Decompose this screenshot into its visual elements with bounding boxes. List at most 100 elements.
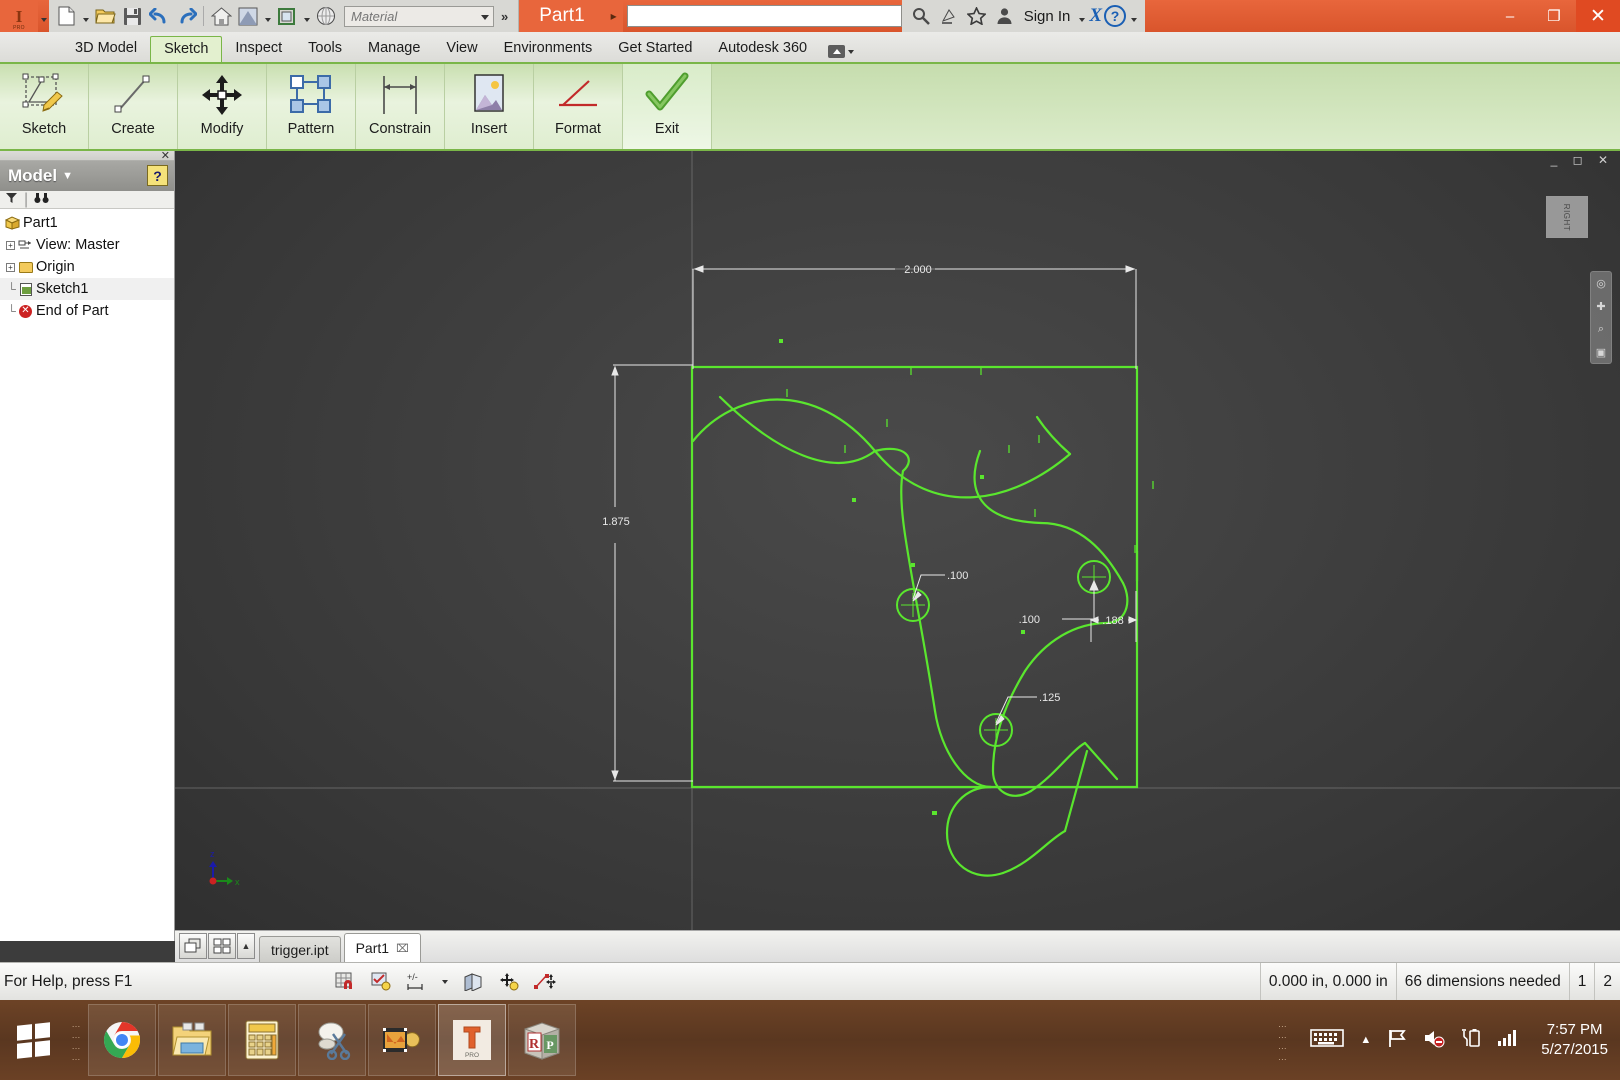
tab-tools[interactable]: Tools xyxy=(295,36,355,62)
undo-button[interactable] xyxy=(146,3,172,29)
title-dropdown-arrow[interactable]: ▸ xyxy=(604,0,623,32)
favorites-star-icon[interactable] xyxy=(964,3,990,29)
user-account-icon[interactable] xyxy=(992,3,1018,29)
new-document-button[interactable] xyxy=(53,3,79,29)
constraint-display-icon[interactable] xyxy=(370,971,392,993)
panel-create[interactable]: Create xyxy=(89,64,178,149)
taskbar-revit[interactable]: R P xyxy=(508,1004,576,1076)
material-browser-dropdown-arrow[interactable] xyxy=(301,3,312,29)
taskbar-calculator[interactable] xyxy=(228,1004,296,1076)
taskbar-inventor[interactable]: PRO xyxy=(438,1004,506,1076)
help-icon[interactable]: ? xyxy=(1104,5,1127,27)
panel-exit[interactable]: Exit xyxy=(623,64,712,149)
tree-item-end-of-part[interactable]: └ ✕ End of Part xyxy=(0,300,174,322)
sketch-drawing[interactable]: 2.000 1.875 .100 .100 .188 .125 z x xyxy=(175,151,1620,941)
panel-format[interactable]: Format xyxy=(534,64,623,149)
model-browser-panel: ✕ Model ▼ ? | Part1 + View: Master + Ori… xyxy=(0,150,175,941)
degrees-of-freedom-icon[interactable] xyxy=(498,971,520,993)
cascade-windows-button[interactable] xyxy=(179,933,207,959)
panel-format-label: Format xyxy=(555,121,601,137)
tree-item-part1[interactable]: Part1 xyxy=(0,212,174,234)
dimension-display-dropdown-arrow[interactable] xyxy=(442,979,448,984)
slice-graphics-icon[interactable] xyxy=(462,971,484,993)
home-view-button[interactable] xyxy=(208,3,234,29)
sphere-appearance-button[interactable] xyxy=(313,3,339,29)
search-icon[interactable] xyxy=(908,3,934,29)
search-input[interactable] xyxy=(626,5,902,27)
tab-3d-model[interactable]: 3D Model xyxy=(62,36,150,62)
drag-constraint-icon[interactable] xyxy=(534,971,556,993)
tab-autodesk-360[interactable]: Autodesk 360 xyxy=(705,36,820,62)
inventor-application-window: I PRO Material » Part1 ▸ Sign In X ? – ❐… xyxy=(0,0,1620,1080)
taskbar-chrome[interactable] xyxy=(88,1004,156,1076)
tab-sketch[interactable]: Sketch xyxy=(150,36,223,62)
show-hidden-icons-icon[interactable]: ▲ xyxy=(1360,1034,1371,1046)
graphics-canvas[interactable]: _ ◻ ✕ RIGHT ◎ ✚ ⌕ ▣ 2.000 1.875 .100 .10… xyxy=(175,151,1620,941)
expand-icon[interactable]: + xyxy=(6,262,15,272)
material-combobox[interactable]: Material xyxy=(344,5,494,27)
taskbar-clock[interactable]: 7:57 PM 5/27/2015 xyxy=(1535,1020,1608,1060)
tab-get-started[interactable]: Get Started xyxy=(605,36,705,62)
volume-muted-icon[interactable] xyxy=(1423,1028,1445,1053)
tab-environments[interactable]: Environments xyxy=(491,36,606,62)
taskbar-movie-maker[interactable] xyxy=(368,1004,436,1076)
taskbar-file-explorer[interactable] xyxy=(158,1004,226,1076)
application-menu-button[interactable]: I PRO xyxy=(0,0,38,32)
sign-in-dropdown-arrow[interactable] xyxy=(1076,3,1087,29)
new-document-dropdown-arrow[interactable] xyxy=(80,3,91,29)
panel-modify[interactable]: Modify xyxy=(178,64,267,149)
dimension-display-icon[interactable]: +/- xyxy=(406,971,428,993)
panel-pattern[interactable]: Pattern xyxy=(267,64,356,149)
axis-label-x: x xyxy=(235,877,240,887)
snap-grid-icon[interactable] xyxy=(334,971,356,993)
filter-icon[interactable] xyxy=(5,192,18,207)
browser-header: Model ▼ ? xyxy=(0,161,174,191)
battery-icon[interactable] xyxy=(1461,1028,1481,1053)
doc-tab-part1[interactable]: Part1 ⌧ xyxy=(343,933,421,962)
panel-sketch-label: Sketch xyxy=(21,121,67,137)
tree-item-view-master[interactable]: + View: Master xyxy=(0,234,174,256)
autodesk-exchange-icon[interactable]: X xyxy=(1089,5,1102,27)
expand-toolbar-icon[interactable]: » xyxy=(495,9,514,24)
expand-icon[interactable]: + xyxy=(6,240,15,250)
redo-button[interactable] xyxy=(173,3,199,29)
appearance-dropdown-arrow[interactable] xyxy=(262,3,273,29)
binoculars-icon[interactable] xyxy=(34,192,49,207)
action-center-flag-icon[interactable] xyxy=(1387,1028,1407,1053)
appearance-button[interactable] xyxy=(235,3,261,29)
material-browser-button[interactable] xyxy=(274,3,300,29)
satellite-icon[interactable] xyxy=(936,3,962,29)
tab-inspect[interactable]: Inspect xyxy=(222,36,295,62)
status-dimensions-needed: 66 dimensions needed xyxy=(1395,962,1569,1001)
browser-title-label: Model xyxy=(8,166,58,185)
chevron-down-icon[interactable]: ▼ xyxy=(62,170,73,182)
doc-tab-trigger[interactable]: trigger.ipt xyxy=(259,936,341,962)
tab-view[interactable]: View xyxy=(433,36,490,62)
panel-create-label: Create xyxy=(111,121,155,137)
tile-windows-button[interactable] xyxy=(208,933,236,959)
tree-item-sketch1[interactable]: └ Sketch1 xyxy=(0,278,174,300)
panel-insert[interactable]: Insert xyxy=(445,64,534,149)
start-button[interactable] xyxy=(0,1001,66,1079)
minimize-button[interactable]: – xyxy=(1488,0,1532,32)
taskbar-snipping-tool[interactable] xyxy=(298,1004,366,1076)
sign-in-button[interactable]: Sign In xyxy=(1020,8,1075,25)
dimension-overall-width-value: 2.000 xyxy=(904,264,932,276)
keyboard-icon[interactable] xyxy=(1310,1028,1345,1053)
panel-sketch[interactable]: Sketch xyxy=(0,64,89,149)
save-document-button[interactable] xyxy=(119,3,145,29)
tree-item-origin[interactable]: + Origin xyxy=(0,256,174,278)
tree-item-sketch1-label: Sketch1 xyxy=(36,281,89,297)
browser-help-button[interactable]: ? xyxy=(147,165,168,186)
scroll-tabs-up-button[interactable]: ▲ xyxy=(237,933,255,959)
help-dropdown-arrow[interactable] xyxy=(1128,3,1139,29)
close-button[interactable]: ✕ xyxy=(1576,0,1620,32)
close-icon[interactable]: ⌧ xyxy=(396,942,409,955)
panel-constrain[interactable]: Constrain xyxy=(356,64,445,149)
network-signal-icon[interactable] xyxy=(1497,1029,1519,1052)
application-menu-dropdown-arrow[interactable] xyxy=(38,3,49,29)
open-document-button[interactable] xyxy=(92,3,118,29)
tab-manage[interactable]: Manage xyxy=(355,36,433,62)
restore-button[interactable]: ❐ xyxy=(1532,0,1576,32)
cloud-options-button[interactable] xyxy=(820,41,862,62)
